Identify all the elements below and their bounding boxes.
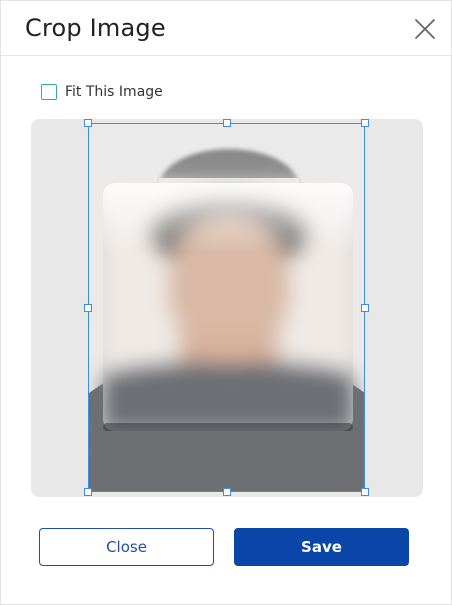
fit-image-option[interactable]: Fit This Image xyxy=(41,83,163,101)
fit-image-checkbox[interactable] xyxy=(41,84,57,100)
save-button[interactable]: Save xyxy=(234,528,409,566)
crop-handle-top[interactable] xyxy=(223,119,231,127)
dialog-header: Crop Image xyxy=(1,1,451,56)
crop-handle-top-left[interactable] xyxy=(84,119,92,127)
crop-image-dialog: Crop Image Fit This Image Close Save xyxy=(0,0,452,605)
crop-handle-right[interactable] xyxy=(361,304,369,312)
crop-handle-bottom-left[interactable] xyxy=(84,488,92,496)
crop-handle-left[interactable] xyxy=(84,304,92,312)
fit-image-label: Fit This Image xyxy=(65,84,163,100)
crop-handle-bottom-right[interactable] xyxy=(361,488,369,496)
crop-handle-top-right[interactable] xyxy=(361,119,369,127)
dialog-title: Crop Image xyxy=(25,14,166,42)
close-button[interactable]: Close xyxy=(39,528,214,566)
close-icon[interactable] xyxy=(413,17,437,41)
crop-selection-frame[interactable] xyxy=(84,119,369,496)
crop-handle-bottom[interactable] xyxy=(223,488,231,496)
